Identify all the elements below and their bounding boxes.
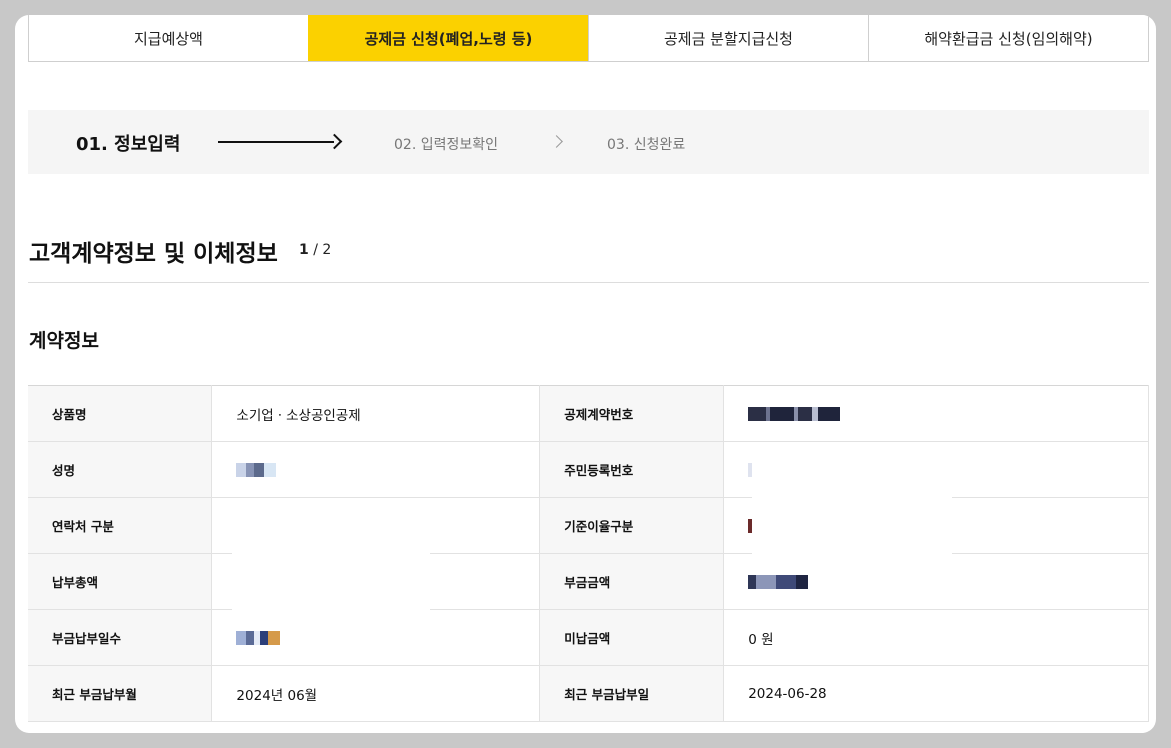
table-row: 성명 주민등록번호 bbox=[28, 441, 1149, 498]
value-last-payment-date: 2024-06-28 bbox=[723, 665, 1149, 722]
chevron-right-icon bbox=[550, 135, 563, 148]
tab-refund-application[interactable]: 해약환급금 신청(임의해약) bbox=[868, 15, 1149, 61]
section-subtitle: 계약정보 bbox=[29, 330, 99, 352]
tab-bar: 지급예상액 공제금 신청(폐업,노령 등) 공제금 분할지급신청 해약환급금 신… bbox=[28, 15, 1149, 62]
step-indicator: 01. 정보입력 02. 입력정보확인 03. 신청완료 bbox=[28, 110, 1149, 174]
table-row: 최근 부금납부월 2024년 06월 최근 부금납부일 2024-06-28 bbox=[28, 665, 1149, 722]
page-indicator: 1 / 2 bbox=[299, 242, 331, 258]
value-product-name: 소기업ㆍ소상공인공제 bbox=[211, 385, 541, 442]
value-installment-amount-redacted bbox=[723, 553, 1149, 610]
table-row: 상품명 소기업ㆍ소상공인공제 공제계약번호 bbox=[28, 385, 1149, 442]
label-interest-type: 기준이율구분 bbox=[539, 497, 724, 554]
contract-info-table: 상품명 소기업ㆍ소상공인공제 공제계약번호 성명 주민등록번호 연락처 구분 기… bbox=[28, 385, 1149, 722]
step-1-current: 01. 정보입력 bbox=[76, 134, 181, 155]
label-installment-amount: 부금금액 bbox=[539, 553, 724, 610]
label-last-payment-date: 최근 부금납부일 bbox=[539, 665, 724, 722]
redacted-mosaic bbox=[748, 406, 841, 421]
label-payment-count: 부금납부일수 bbox=[28, 609, 212, 666]
value-last-payment-month: 2024년 06월 bbox=[211, 665, 541, 722]
label-contract-number: 공제계약번호 bbox=[539, 385, 724, 442]
value-unpaid-amount: 0 원 bbox=[723, 609, 1149, 666]
redaction-block bbox=[232, 500, 430, 610]
table-row: 부금납부일수 미납금액 0 원 bbox=[28, 609, 1149, 666]
redaction-block bbox=[752, 442, 952, 554]
label-resident-number: 주민등록번호 bbox=[539, 441, 724, 498]
value-contract-number-redacted bbox=[723, 385, 1149, 442]
arrow-right-icon bbox=[218, 133, 343, 150]
table-row: 납부총액 부금금액 bbox=[28, 553, 1149, 610]
redacted-mosaic bbox=[748, 574, 809, 589]
tab-deduction-application[interactable]: 공제금 신청(폐업,노령 등) bbox=[308, 15, 588, 61]
tab-expected-payment[interactable]: 지급예상액 bbox=[28, 15, 308, 61]
step-2: 02. 입력정보확인 bbox=[394, 137, 498, 153]
redacted-mosaic bbox=[236, 630, 281, 645]
step-3: 03. 신청완료 bbox=[607, 137, 686, 153]
label-name: 성명 bbox=[28, 441, 212, 498]
label-total-paid: 납부총액 bbox=[28, 553, 212, 610]
main-card: 지급예상액 공제금 신청(폐업,노령 등) 공제금 분할지급신청 해약환급금 신… bbox=[15, 15, 1156, 733]
label-product-name: 상품명 bbox=[28, 385, 212, 442]
divider bbox=[28, 282, 1149, 283]
page-current: 1 bbox=[299, 242, 309, 258]
label-contact-type: 연락처 구분 bbox=[28, 497, 212, 554]
table-row: 연락처 구분 기준이율구분 bbox=[28, 497, 1149, 554]
page-total: / 2 bbox=[313, 242, 332, 258]
label-unpaid-amount: 미납금액 bbox=[539, 609, 724, 666]
tab-installment-application[interactable]: 공제금 분할지급신청 bbox=[588, 15, 868, 61]
redacted-mosaic bbox=[236, 462, 277, 477]
value-name-redacted bbox=[211, 441, 541, 498]
page-title: 고객계약정보 및 이체정보 bbox=[29, 241, 278, 267]
value-payment-count-redacted bbox=[211, 609, 541, 666]
label-last-payment-month: 최근 부금납부월 bbox=[28, 665, 212, 722]
